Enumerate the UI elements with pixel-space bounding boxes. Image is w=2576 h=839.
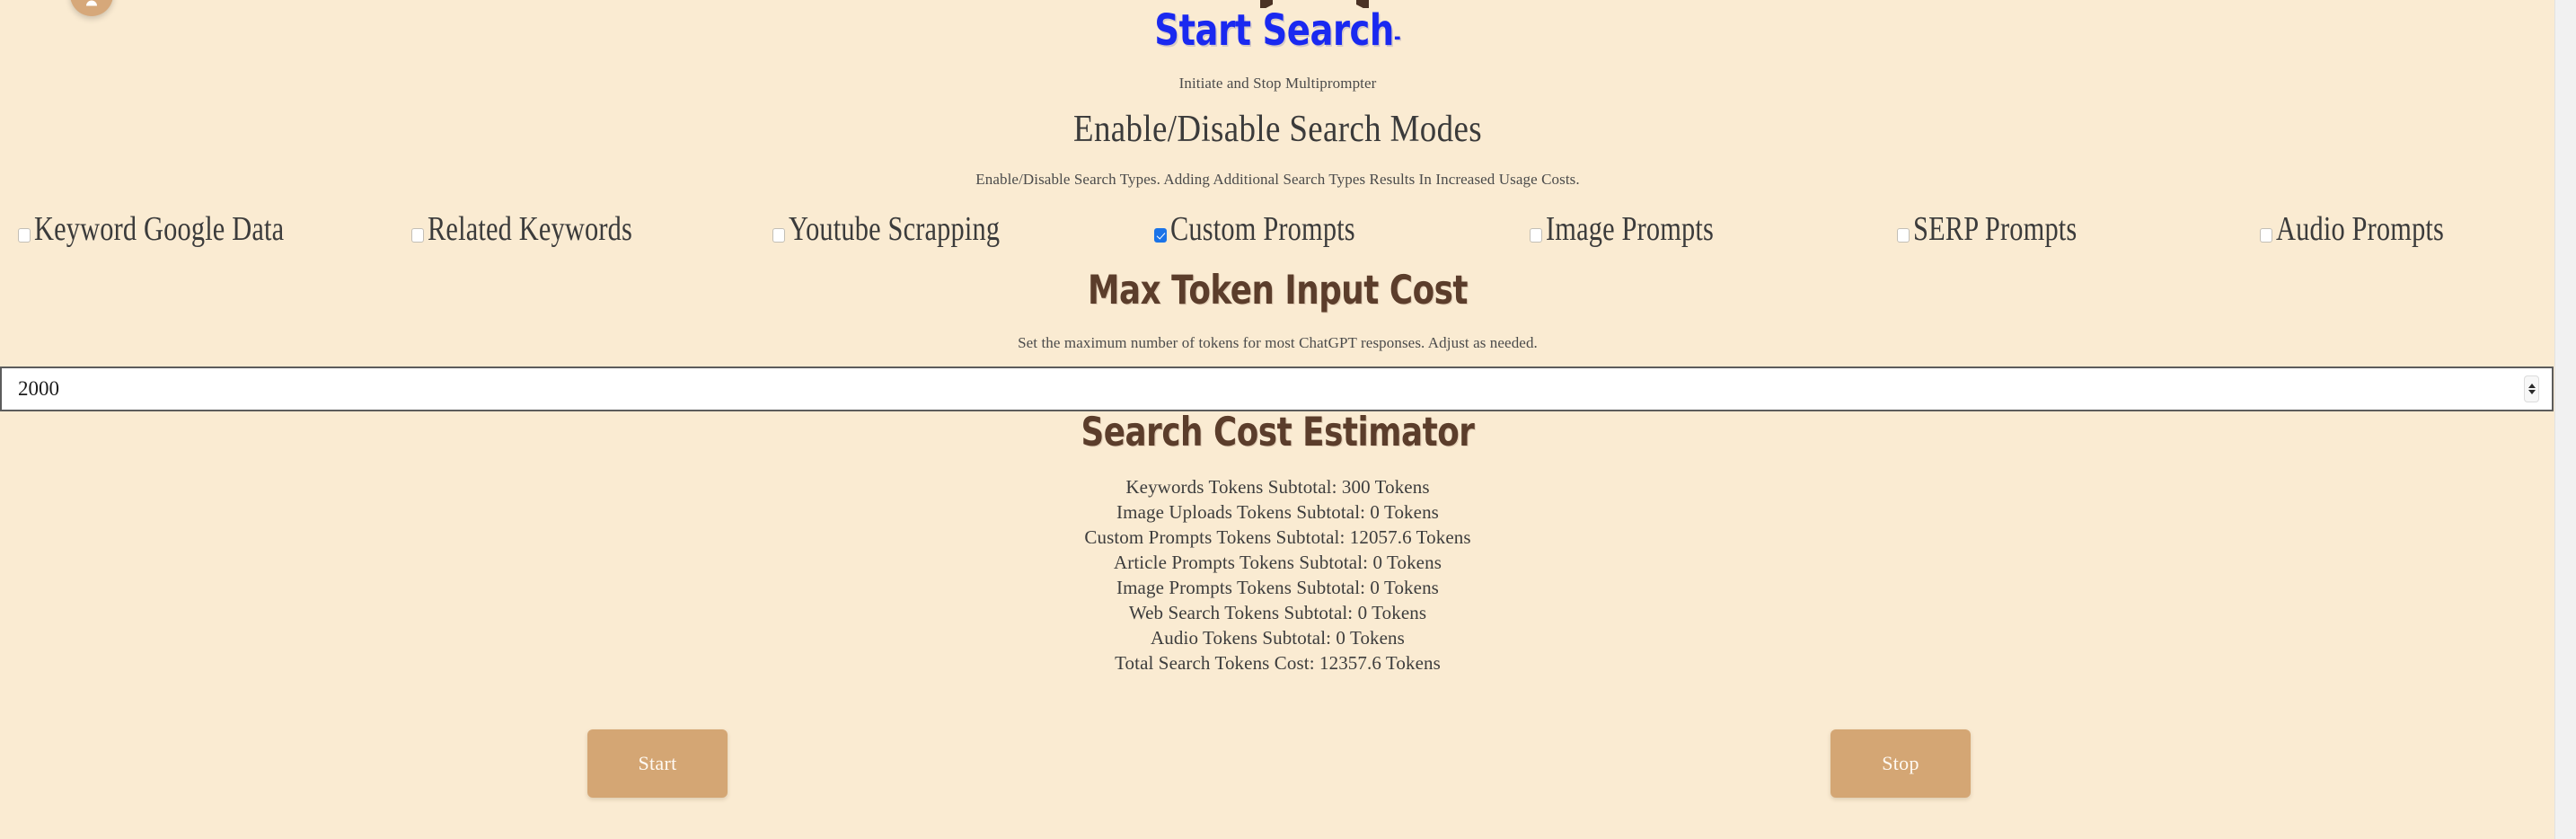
checkbox-youtube-scrapping[interactable] [772,228,786,243]
search-mode-label: Custom Prompts [1169,210,1355,248]
search-mode-keyword-google-data[interactable]: Keyword Google Data [0,212,365,246]
max-token-subtitle: Set the maximum number of tokens for mos… [1018,334,1538,351]
checkbox-audio-prompts[interactable] [2259,228,2272,243]
search-modes-subtitle: Enable/Disable Search Types. Adding Addi… [975,171,1580,188]
start-search-title-trailing: - [1393,23,1401,49]
start-search-title-text: Start Search [1154,4,1394,56]
search-mode-youtube-scrapping[interactable]: Youtube Scrapping [730,212,1095,246]
chevron-up-icon[interactable] [2527,384,2536,388]
cost-line-image-uploads: Image Uploads Tokens Subtotal: 0 Tokens [1116,501,1439,523]
checkbox-serp-prompts[interactable] [1897,228,1910,243]
cost-line-image-prompts: Image Prompts Tokens Subtotal: 0 Tokens [1116,577,1439,598]
search-modes-checkbox-row: Keyword Google Data Related Keywords You… [0,208,2555,250]
search-mode-label: Related Keywords [428,210,633,248]
max-token-input-wrapper[interactable] [0,367,2554,411]
app-canvas: Start Search- Initiate and Stop Multipro… [0,0,2555,839]
stop-button[interactable]: Stop [1831,729,1971,798]
start-button[interactable]: Start [587,729,728,798]
search-mode-serp-prompts[interactable]: SERP Prompts [1825,212,2190,246]
search-mode-label: SERP Prompts [1913,210,2078,248]
page-scrollbar[interactable] [2554,0,2576,839]
search-mode-custom-prompts[interactable]: Custom Prompts [1095,212,1460,246]
user-avatar-icon [86,0,97,6]
cost-line-keywords: Keywords Tokens Subtotal: 300 Tokens [1125,476,1430,498]
max-token-heading: Max Token Input Cost [1087,266,1469,314]
checkbox-custom-prompts[interactable] [1153,228,1167,243]
cost-line-article-prompts: Article Prompts Tokens Subtotal: 0 Token… [1114,552,1442,573]
max-token-stepper[interactable] [2524,375,2539,402]
max-token-input[interactable] [18,368,2524,410]
cost-line-custom-prompts: Custom Prompts Tokens Subtotal: 12057.6 … [1084,526,1471,548]
checkbox-related-keywords[interactable] [411,228,425,243]
cost-estimator-list: Keywords Tokens Subtotal: 300 Tokens Ima… [0,474,2555,676]
search-mode-label: Audio Prompts [2275,210,2444,248]
cost-line-audio: Audio Tokens Subtotal: 0 Tokens [1151,627,1405,649]
cost-estimator-heading: Search Cost Estimator [1081,408,1475,455]
search-mode-audio-prompts[interactable]: Audio Prompts [2191,212,2555,246]
action-button-row: Start Stop [0,729,2555,798]
search-mode-label: Youtube Scrapping [789,210,1001,248]
chevron-down-icon[interactable] [2527,390,2536,394]
checkbox-keyword-google-data[interactable] [18,228,31,243]
search-mode-image-prompts[interactable]: Image Prompts [1460,212,1825,246]
checkbox-image-prompts[interactable] [1530,228,1543,243]
search-mode-label: Keyword Google Data [34,210,285,248]
cost-line-total: Total Search Tokens Cost: 12357.6 Tokens [1115,652,1441,674]
start-search-subtitle: Initiate and Stop Multiprompter [1178,75,1377,92]
cost-line-web-search: Web Search Tokens Subtotal: 0 Tokens [1128,602,1427,623]
search-mode-related-keywords[interactable]: Related Keywords [365,212,729,246]
search-modes-heading: Enable/Disable Search Modes [1073,109,1482,150]
start-search-title: Start Search- [76,8,2478,52]
search-mode-label: Image Prompts [1546,210,1715,248]
